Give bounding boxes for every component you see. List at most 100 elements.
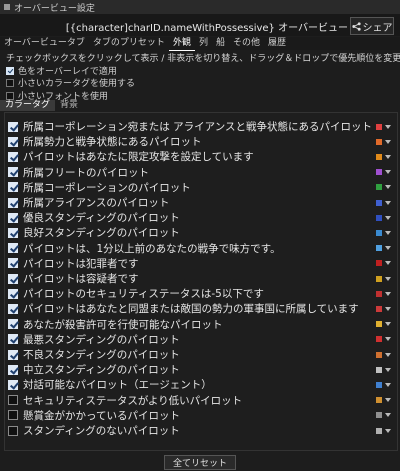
color-tag-checkbox[interactable]: [8, 258, 18, 269]
color-tag-row[interactable]: パイロットは、1分以上前のあなたの戦争で味方です。: [5, 241, 397, 256]
chevron-down-icon[interactable]: [385, 322, 391, 327]
overview-header: [{character]charID.nameWithPossessive} オ…: [0, 14, 400, 36]
color-tag-row[interactable]: パイロットは容疑者です: [5, 271, 397, 286]
chevron-down-icon[interactable]: [385, 185, 391, 190]
tab-6[interactable]: 履歴: [264, 37, 290, 50]
chevron-down-icon[interactable]: [385, 170, 391, 175]
color-tag-checkbox[interactable]: [8, 288, 18, 299]
color-tag-checkbox[interactable]: [8, 319, 18, 330]
color-tag-row[interactable]: 所属勢力と戦争状態にあるパイロット: [5, 134, 397, 149]
overview-settings-window: オーバービュー設定 [{character]charID.nameWithPos…: [0, 0, 400, 471]
color-tag-label: パイロットのセキュリティステータスは-5以下です: [23, 288, 264, 301]
color-tag-row[interactable]: パイロットのセキュリティステータスは-5以下です: [5, 286, 397, 301]
color-tag-icon: [376, 336, 382, 343]
color-tag-row[interactable]: パイロットはあなたと同盟または敵国の勢力の軍事国に所属しています: [5, 301, 397, 316]
chevron-down-icon[interactable]: [385, 154, 391, 159]
chevron-down-icon[interactable]: [385, 352, 391, 357]
color-tag-checkbox[interactable]: [8, 425, 18, 436]
color-tag-checkbox[interactable]: [8, 334, 18, 345]
tab-2[interactable]: 外観: [168, 37, 195, 51]
color-tag-row[interactable]: あなたが殺害許可を行使可能なパイロット: [5, 317, 397, 332]
color-tag-row[interactable]: 対話可能なパイロット（エージェント）: [5, 377, 397, 392]
color-tag-row[interactable]: 懸賞金がかかっているパイロット: [5, 408, 397, 423]
color-tag-checkbox[interactable]: [8, 303, 18, 314]
color-tag-icon: [376, 351, 382, 358]
color-tag-label: 中立スタンディングのパイロット: [23, 364, 180, 377]
color-tag-label: 最悪スタンディングのパイロット: [23, 333, 180, 346]
color-tag-checkbox[interactable]: [8, 197, 18, 208]
color-tag-row[interactable]: パイロットは犯罪者です: [5, 256, 397, 271]
subtab-1[interactable]: 背景: [55, 100, 83, 111]
apply-color-overlay-checkbox[interactable]: [6, 66, 14, 75]
color-tag-checkbox[interactable]: [8, 151, 18, 162]
color-tag-label: パイロットは容疑者です: [23, 273, 139, 285]
color-tag-icon: [376, 138, 382, 145]
color-tag-checkbox[interactable]: [8, 121, 18, 132]
chevron-down-icon[interactable]: [385, 398, 391, 403]
chevron-down-icon[interactable]: [385, 215, 391, 220]
color-tag-row[interactable]: 所属コーポレーションのパイロット: [5, 180, 397, 195]
color-tag-row[interactable]: 最悪スタンディングのパイロット: [5, 332, 397, 347]
color-tag-icon: [376, 123, 382, 130]
color-tag-label: パイロットはあなたと同盟または敵国の勢力の軍事国に所属しています: [23, 303, 359, 316]
chevron-down-icon[interactable]: [385, 139, 391, 144]
chevron-down-icon[interactable]: [385, 246, 391, 251]
color-tag-row[interactable]: パイロットはあなたに限定攻撃を設定しています: [5, 149, 397, 164]
reset-all-button[interactable]: 全てリセット: [164, 455, 236, 470]
overview-header-text: [{character]charID.nameWithPossessive} オ…: [65, 23, 348, 34]
share-button-label: シェア: [362, 22, 393, 34]
subtab-0[interactable]: カラータグ: [0, 100, 56, 111]
chevron-down-icon[interactable]: [385, 124, 391, 129]
color-tag-checkbox[interactable]: [8, 243, 18, 254]
color-tag-row[interactable]: セキュリティステータスがより低いパイロット: [5, 393, 397, 408]
small-color-tags-checkbox[interactable]: [6, 78, 14, 87]
chevron-down-icon[interactable]: [385, 382, 391, 387]
chevron-down-icon[interactable]: [385, 337, 391, 342]
color-tag-checkbox[interactable]: [8, 364, 18, 375]
color-tag-checkbox[interactable]: [8, 182, 18, 193]
tab-0[interactable]: オーバービュータブ: [0, 37, 89, 50]
color-tag-checkbox[interactable]: [8, 227, 18, 238]
color-tag-row[interactable]: 所属フリートのパイロット: [5, 165, 397, 180]
color-tag-icon: [376, 245, 382, 252]
tab-5[interactable]: その他: [229, 37, 264, 50]
small-color-tags-option[interactable]: 小さいカラータグを使用する: [6, 76, 135, 89]
tab-1[interactable]: タブのプリセット: [89, 37, 169, 50]
color-tag-row[interactable]: 不良スタンディングのパイロット: [5, 347, 397, 362]
color-tag-icon: [376, 153, 382, 160]
color-tag-row[interactable]: スタンディングのないパイロット: [5, 423, 397, 438]
color-tag-row[interactable]: 中立スタンディングのパイロット: [5, 362, 397, 377]
color-tag-checkbox[interactable]: [8, 395, 18, 406]
chevron-down-icon[interactable]: [385, 306, 391, 311]
share-button[interactable]: シェア: [350, 17, 394, 35]
color-tag-label: あなたが殺害許可を行使可能なパイロット: [23, 318, 223, 331]
chevron-down-icon[interactable]: [385, 291, 391, 296]
title-bar[interactable]: オーバービュー設定: [0, 0, 400, 15]
color-tag-checkbox[interactable]: [8, 136, 18, 147]
color-tag-icon: [376, 169, 382, 176]
color-tag-icon: [376, 427, 382, 434]
chevron-down-icon[interactable]: [385, 428, 391, 433]
small-font-checkbox[interactable]: [6, 91, 14, 100]
color-tag-checkbox[interactable]: [8, 212, 18, 223]
chevron-down-icon[interactable]: [385, 413, 391, 418]
color-tag-label: スタンディングのないパイロット: [23, 425, 180, 437]
color-tag-label: 対話可能なパイロット（エージェント）: [23, 379, 212, 392]
color-tag-row[interactable]: 良好スタンディングのパイロット: [5, 225, 397, 240]
chevron-down-icon[interactable]: [385, 230, 391, 235]
color-tag-icon: [376, 199, 382, 206]
color-tag-checkbox[interactable]: [8, 273, 18, 284]
chevron-down-icon[interactable]: [385, 367, 391, 372]
color-tag-row[interactable]: 所属アライアンスのパイロット: [5, 195, 397, 210]
chevron-down-icon[interactable]: [385, 261, 391, 266]
tab-4[interactable]: 船: [212, 37, 229, 50]
color-tag-checkbox[interactable]: [8, 410, 18, 421]
chevron-down-icon[interactable]: [385, 200, 391, 205]
chevron-down-icon[interactable]: [385, 276, 391, 281]
color-tag-row[interactable]: 所属コーポレーション宛または アライアンスと戦争状態にあるパイロット: [5, 119, 397, 134]
color-tag-checkbox[interactable]: [8, 349, 18, 360]
tab-3[interactable]: 列: [195, 37, 212, 50]
color-tag-checkbox[interactable]: [8, 167, 18, 178]
color-tag-checkbox[interactable]: [8, 379, 18, 390]
color-tag-row[interactable]: 優良スタンディングのパイロット: [5, 210, 397, 225]
